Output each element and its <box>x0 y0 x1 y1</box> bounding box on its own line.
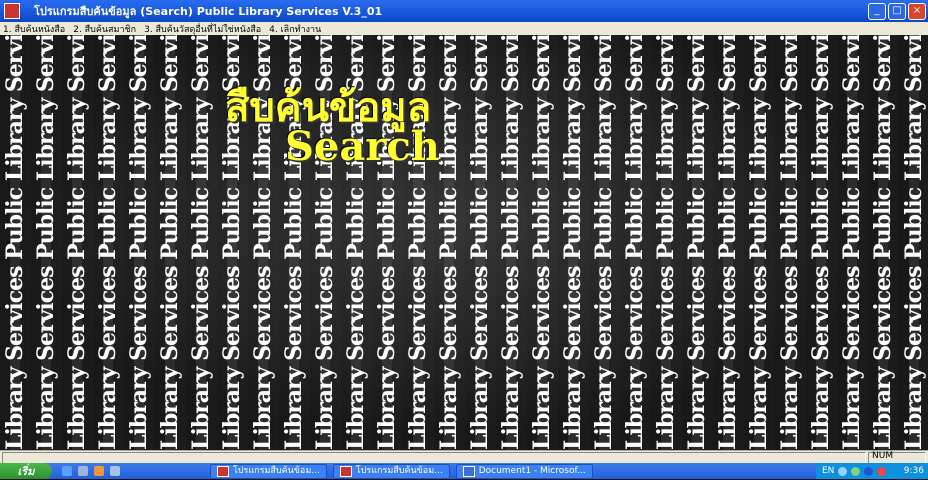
maximize-button[interactable]: □ <box>888 3 906 20</box>
background-text: Library Services Public Library Services… <box>899 35 928 450</box>
window-title: โปรแกรมสืบค้นข้อมูล (Search) Public Libr… <box>34 5 383 18</box>
taskbar-item-label: Document1 - Microsof... <box>478 465 586 476</box>
antivirus-icon[interactable] <box>877 466 887 476</box>
desktop-icon[interactable] <box>78 466 88 476</box>
background-text: Library Services Public Library Services… <box>682 35 713 450</box>
system-tray: EN 9:36 <box>816 463 928 479</box>
background-text: Library Services Public Library Services… <box>31 35 62 450</box>
app-icon <box>339 465 352 477</box>
background-text: Library Services Public Library Services… <box>124 35 155 450</box>
background-text: Library Services Public Library Services… <box>868 35 899 450</box>
document-icon <box>462 465 475 477</box>
background-text: Library Services Public Library Services… <box>496 35 527 450</box>
network-icon[interactable] <box>838 466 848 476</box>
menu-search-other-materials[interactable]: 3. สืบค้นวัสดุอื่นที่ไม่ใช่หนังสือ <box>144 22 261 36</box>
background-text: Library Services Public Library Services… <box>527 35 558 450</box>
menu-exit[interactable]: 4. เลิกทำงาน <box>269 22 321 36</box>
background-text: Library Services Public Library Services… <box>93 35 124 450</box>
tray-app-icon[interactable] <box>864 466 874 476</box>
language-indicator[interactable]: EN <box>822 466 834 476</box>
taskbar-item-label: โปรแกรมสืบค้นข้อม... <box>355 465 443 476</box>
start-button[interactable]: เริ่ม <box>0 463 52 479</box>
background-text: Library Services Public Library Services… <box>775 35 806 450</box>
background-text: Library Services Public Library Services… <box>434 35 465 450</box>
media-icon[interactable] <box>94 466 104 476</box>
main-content: Library Services Public Library Services… <box>0 35 928 450</box>
menu-search-members[interactable]: 2. สืบค้นสมาชิก <box>73 22 136 36</box>
background-text: Library Services Public Library Services… <box>155 35 186 450</box>
app-icon <box>217 465 229 477</box>
background-text: Library Services Public Library Services… <box>465 35 496 450</box>
minimize-button[interactable]: _ <box>868 3 886 20</box>
background-text: Library Services Public Library Services… <box>0 35 31 450</box>
background-text: Library Services Public Library Services… <box>744 35 775 450</box>
background-text: Library Services Public Library Services… <box>62 35 93 450</box>
status-bar: NUM <box>0 450 928 464</box>
tray-app-icon[interactable] <box>851 466 861 476</box>
clock[interactable]: 9:36 <box>904 466 924 476</box>
taskbar-item[interactable]: โปรแกรมสืบค้นข้อม... <box>210 463 327 479</box>
quick-launch <box>62 466 120 476</box>
background-text: Library Services Public Library Services… <box>713 35 744 450</box>
taskbar-item[interactable]: โปรแกรมสืบค้นข้อม... <box>332 463 450 479</box>
background-text: Library Services Public Library Services… <box>651 35 682 450</box>
background-text: Library Services Public Library Services… <box>837 35 868 450</box>
app-shortcut-icon[interactable] <box>110 466 120 476</box>
browser-icon[interactable] <box>62 466 72 476</box>
taskbar: เริ่ม โปรแกรมสืบค้นข้อม... โปรแกรมสืบค้น… <box>0 463 928 479</box>
title-bar[interactable]: โปรแกรมสืบค้นข้อมูล (Search) Public Libr… <box>0 0 928 22</box>
background-text-columns: Library Services Public Library Services… <box>0 35 928 450</box>
taskbar-item[interactable]: Document1 - Microsof... <box>455 463 593 479</box>
num-lock-indicator: NUM <box>872 451 894 461</box>
background-text: Library Services Public Library Services… <box>589 35 620 450</box>
background-text: Library Services Public Library Services… <box>186 35 217 450</box>
app-icon[interactable] <box>4 3 20 19</box>
background-text: Library Services Public Library Services… <box>806 35 837 450</box>
close-button[interactable]: × <box>908 3 926 20</box>
background-text: Library Services Public Library Services… <box>620 35 651 450</box>
heading-search: Search <box>285 123 440 170</box>
menu-bar: 1. สืบค้นหนังสือ 2. สืบค้นสมาชิก 3. สืบค… <box>0 22 928 35</box>
menu-search-books[interactable]: 1. สืบค้นหนังสือ <box>3 22 65 36</box>
background-text: Library Services Public Library Services… <box>558 35 589 450</box>
taskbar-item-label: โปรแกรมสืบค้นข้อม... <box>233 465 320 476</box>
window-controls: _ □ × <box>868 3 926 20</box>
